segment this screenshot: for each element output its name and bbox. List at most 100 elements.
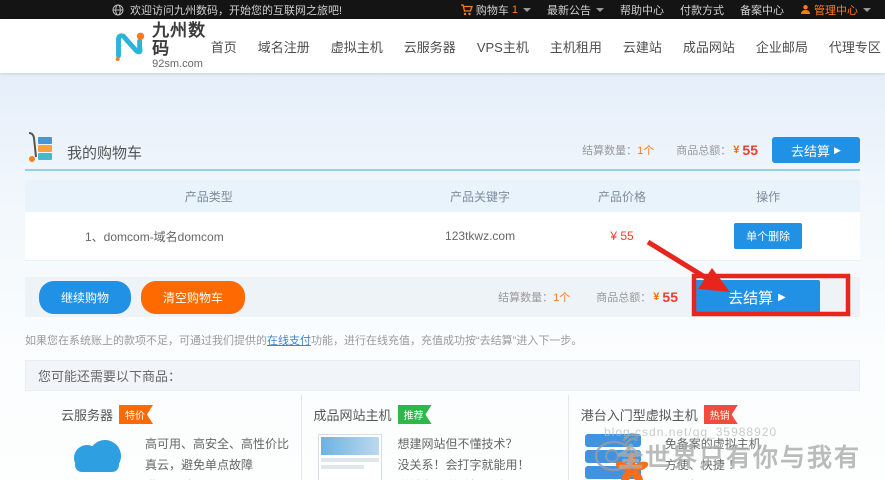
product-name[interactable]: 云服务器 <box>61 405 113 424</box>
hk-server-icon <box>585 434 649 480</box>
welcome-text: 欢迎访问九州数码，开始您的互联网之旅吧! <box>130 2 342 18</box>
total-label: 商品总额： <box>676 142 731 158</box>
cart-summary-bottom: 结算数量： 1个 商品总额： ¥ 55 去结算 ▶ <box>498 280 846 314</box>
nav-agent[interactable]: 代理专区 <box>829 37 881 56</box>
site-header: 九州数码 92sm.com 首页 域名注册 虚拟主机 云服务器 VPS主机 主机… <box>0 19 885 73</box>
delete-item-button[interactable]: 单个删除 <box>734 223 802 249</box>
topbar-link-announcements[interactable]: 最新公告 <box>547 2 604 18</box>
topbar-cart-count: 1 <box>512 4 518 16</box>
online-payment-link[interactable]: 在线支付 <box>267 335 311 347</box>
checkout-button-top[interactable]: 去结算 ▶ <box>772 137 860 163</box>
nav-home[interactable]: 首页 <box>211 37 237 56</box>
topbar-link-icp[interactable]: 备案中心 <box>740 2 784 18</box>
nav-cloud-server[interactable]: 云服务器 <box>404 37 456 56</box>
nav-host-rental[interactable]: 主机租用 <box>550 37 602 56</box>
product-name-row: 云服务器 特价 <box>61 405 291 424</box>
topbar-admin-label: 管理中心 <box>814 2 858 18</box>
product-description: 高可用、高安全、高性价比 真云，避免单点故障 满3000省500！ 特价:45元… <box>145 434 289 480</box>
product-name-row: 港台入门型虚拟主机 热销 <box>581 405 850 424</box>
currency-symbol: ¥ <box>653 291 659 303</box>
topbar-admin-center[interactable]: 管理中心 <box>800 2 871 18</box>
cart-title-text: 我的购物车 <box>67 142 142 163</box>
product-description: 想建网站但不懂技术？ 没关系！会打字就能用！ 送域名、送手机网站 特价:540元 <box>398 434 530 480</box>
nav-vps[interactable]: VPS主机 <box>477 37 529 56</box>
total-value: 55 <box>662 289 678 305</box>
total-value: 55 <box>742 142 758 158</box>
cloud-icon <box>65 434 129 480</box>
globe-icon <box>112 4 124 16</box>
qty-label: 结算数量： <box>498 289 553 305</box>
special-price-badge: 特价 <box>119 405 153 424</box>
caret-down-icon <box>523 8 531 12</box>
qty-value: 1个 <box>553 289 570 305</box>
nav-mail[interactable]: 企业邮局 <box>756 37 808 56</box>
checkout-label: 去结算 <box>728 287 773 308</box>
product-cloud-server: 云服务器 特价 查看详情 高可用、高安全、高性价比 真云，避免单 <box>25 395 301 480</box>
topbar-link-label: 备案中心 <box>740 2 784 18</box>
cart-title: 我的购物车 <box>25 131 142 163</box>
product-line: 送域名、送手机网站 <box>398 476 530 480</box>
checkout-label: 去结算 <box>791 141 830 160</box>
notice-prefix: 如果您在系统账上的款项不足，可通过我们提供的 <box>25 335 267 347</box>
logo[interactable]: 九州数码 92sm.com <box>112 22 211 70</box>
balance-notice: 如果您在系统账上的款项不足，可通过我们提供的在线支付功能，进行在线充值，充值成功… <box>25 332 860 348</box>
notice-suffix: 功能，进行在线充值，充值成功按“去结算”进入下一步。 <box>311 335 582 347</box>
product-line: 想建网站但不懂技术？ <box>398 434 530 455</box>
cell-action: 单个删除 <box>676 223 860 249</box>
cell-product-type: 1、domcom-域名domcom <box>25 228 392 245</box>
product-line: 没关系！会打字就能用！ <box>398 455 530 476</box>
logo-domain: 92sm.com <box>152 58 211 70</box>
product-ready-site-host: 成品网站主机 推荐 查看详情 想建网站但不懂技术？ 没关系！会打字就能用！ 送域… <box>301 395 568 480</box>
cart-header: 我的购物车 结算数量： 1个 商品总额： ¥ 55 去结算 ▶ <box>25 73 860 163</box>
checkout-button-main[interactable]: 去结算 ▶ <box>694 280 820 314</box>
topbar-link-payment[interactable]: 付款方式 <box>680 2 724 18</box>
nav-domain[interactable]: 域名注册 <box>258 37 310 56</box>
cell-product-price: ¥ 55 <box>568 229 677 243</box>
product-name[interactable]: 成品网站主机 <box>314 405 392 424</box>
recommended-badge: 推荐 <box>398 405 432 424</box>
col-product-type: 产品类型 <box>25 188 392 205</box>
logo-title: 九州数码 <box>152 22 211 58</box>
caret-down-icon <box>863 8 871 12</box>
qty-label: 结算数量： <box>582 142 637 158</box>
product-line: 满3000省500！ <box>145 476 289 480</box>
website-thumbnail <box>318 434 382 480</box>
nav-site-builder[interactable]: 云建站 <box>623 37 662 56</box>
page-body: 我的购物车 结算数量： 1个 商品总额： ¥ 55 去结算 ▶ 产品类型 产品关… <box>0 73 885 480</box>
cart-icon <box>460 4 473 16</box>
topbar-cart-link[interactable]: 购物车 1 <box>460 2 531 18</box>
topbar-link-help[interactable]: 帮助中心 <box>620 2 664 18</box>
nav-ready-site[interactable]: 成品网站 <box>683 37 735 56</box>
arrow-right-icon: ▶ <box>778 292 786 303</box>
product-line: 免备案的虚拟主机 <box>665 434 761 455</box>
product-name[interactable]: 港台入门型虚拟主机 <box>581 405 698 424</box>
product-name-row: 成品网站主机 推荐 <box>314 405 558 424</box>
cell-product-keyword: 123tkwz.com <box>392 229 567 243</box>
recommend-title: 您可能还需要以下商品： <box>25 360 860 391</box>
product-line: web空间:300M <box>665 476 761 480</box>
recommend-products: 云服务器 特价 查看详情 高可用、高安全、高性价比 真云，避免单 <box>25 395 860 480</box>
nav-virtual-host[interactable]: 虚拟主机 <box>331 37 383 56</box>
topbar-menu: 购物车 1 最新公告 帮助中心 付款方式 备案中心 <box>460 2 871 18</box>
continue-shopping-button[interactable]: 继续购物 <box>39 281 131 314</box>
topbar-link-label: 帮助中心 <box>620 2 664 18</box>
arrow-right-icon: ▶ <box>834 145 841 156</box>
page: 欢迎访问九州数码，开始您的互联网之旅吧! 购物车 1 最新公告 帮助中心 付款方… <box>0 0 885 480</box>
topbar-welcome-area: 欢迎访问九州数码，开始您的互联网之旅吧! <box>112 2 342 18</box>
clear-cart-button[interactable]: 清空购物车 <box>141 281 245 314</box>
topbar-cart-label: 购物车 <box>476 2 509 18</box>
user-icon <box>800 4 811 15</box>
product-line: 高可用、高安全、高性价比 <box>145 434 289 455</box>
col-product-price: 产品价格 <box>568 188 677 205</box>
main-nav: 首页 域名注册 虚拟主机 云服务器 VPS主机 主机租用 云建站 成品网站 企业… <box>211 37 881 56</box>
cart-summary-top: 结算数量： 1个 商品总额： ¥ 55 去结算 ▶ <box>582 137 860 163</box>
product-description: 免备案的虚拟主机 方便、快捷 ！ web空间:300M 特价: <box>665 434 761 480</box>
section-divider <box>25 169 860 171</box>
logo-icon <box>112 26 146 66</box>
product-hk-virtual-host: 港台入门型虚拟主机 热销 <box>568 395 860 480</box>
caret-down-icon <box>596 8 604 12</box>
logo-text: 九州数码 92sm.com <box>152 22 211 70</box>
qty-value: 1个 <box>637 142 654 158</box>
topbar-link-label: 付款方式 <box>680 2 724 18</box>
product-line: 方便、快捷 ！ <box>665 455 761 476</box>
